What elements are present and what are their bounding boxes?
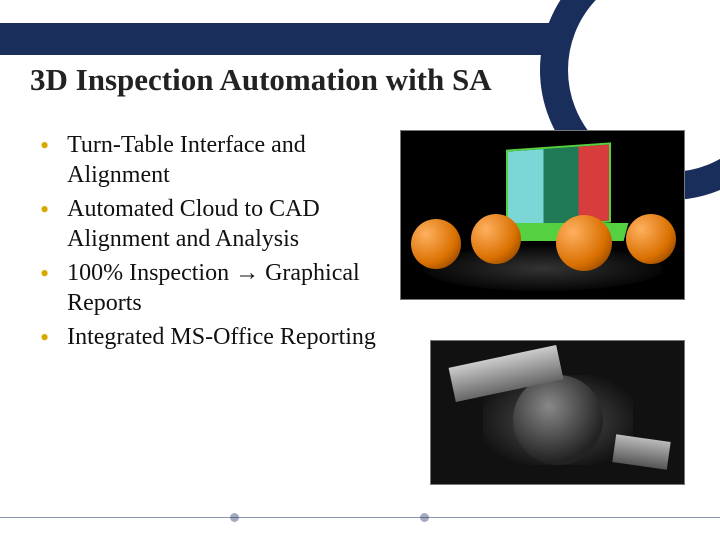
slide-title: 3D Inspection Automation with SA [30, 62, 492, 98]
list-item: • Turn-Table Interface and Alignment [30, 130, 380, 190]
footer-divider [0, 517, 720, 518]
list-item: • Integrated MS-Office Reporting [30, 322, 380, 353]
decor-dot [230, 513, 239, 522]
decor-dot [160, 34, 169, 43]
sphere-shape [556, 215, 612, 271]
bullet-list: • Turn-Table Interface and Alignment • A… [30, 130, 380, 353]
image-hardware [430, 340, 685, 485]
bullet-content: • Turn-Table Interface and Alignment • A… [30, 130, 380, 357]
image-turntable-cad [400, 130, 685, 300]
bullet-icon: • [40, 130, 49, 161]
bullet-icon: • [40, 194, 49, 225]
bullet-text: Automated Cloud to CAD Alignment and Ana… [67, 194, 380, 254]
decor-dot [400, 34, 409, 43]
bullet-icon: • [40, 258, 49, 289]
bullet-text: Turn-Table Interface and Alignment [67, 130, 380, 190]
decor-dot [420, 513, 429, 522]
sphere-shape [471, 214, 521, 264]
list-item: • 100% Inspection → Graphical Reports [30, 258, 380, 318]
list-item: • Automated Cloud to CAD Alignment and A… [30, 194, 380, 254]
bullet-text: Integrated MS-Office Reporting [67, 322, 376, 352]
sphere-shape [626, 214, 676, 264]
bullet-text: 100% Inspection → Graphical Reports [67, 258, 380, 318]
decor-dot [240, 34, 249, 43]
bullet-icon: • [40, 322, 49, 353]
sphere-shape [411, 219, 461, 269]
